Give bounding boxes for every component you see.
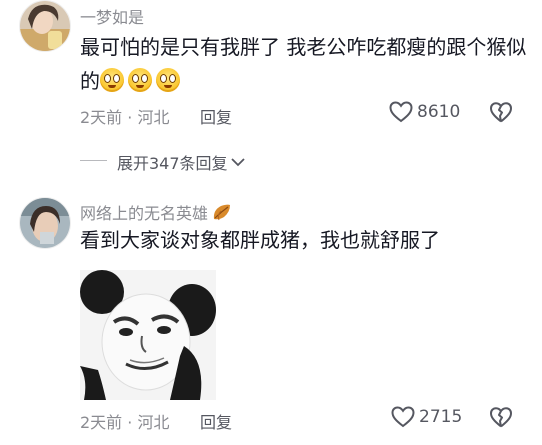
avatar[interactable] <box>19 0 71 52</box>
reply-button[interactable]: 回复 <box>200 104 232 128</box>
panda-meme-sticker[interactable] <box>80 270 216 400</box>
broken-heart-icon <box>490 102 512 123</box>
comment-meta: 2天前 · 河北 <box>80 413 170 432</box>
like-count: 2715 <box>419 407 463 427</box>
comment-meta: 2天前 · 河北 <box>80 108 170 127</box>
comment-username[interactable]: 网络上的无名英雄 <box>80 200 208 224</box>
heart-icon <box>389 101 413 123</box>
like-count: 8610 <box>417 102 461 122</box>
leaf-icon <box>213 204 231 221</box>
avatar[interactable] <box>19 197 71 249</box>
grinning-face-emoji-icon <box>100 68 124 92</box>
chevron-down-icon <box>230 158 245 167</box>
grinning-face-emoji-icon <box>128 68 152 92</box>
expand-replies-label: 展开347条回复 <box>117 154 228 173</box>
dislike-button[interactable] <box>490 407 512 432</box>
replies-divider <box>80 160 107 161</box>
grinning-face-emoji-icon <box>156 68 180 92</box>
heart-icon <box>391 406 415 428</box>
reply-button[interactable]: 回复 <box>200 409 232 433</box>
dislike-button[interactable] <box>490 102 512 127</box>
like-button[interactable]: 2715 <box>391 406 462 428</box>
expand-replies-button[interactable]: 展开347条回复 <box>117 150 246 174</box>
like-button[interactable]: 8610 <box>389 101 460 123</box>
broken-heart-icon <box>490 407 512 428</box>
comment-text: 看到大家谈对象都胖成猪，我也就舒服了 <box>80 228 440 252</box>
comment-username[interactable]: 一梦如是 <box>80 4 144 28</box>
username-row: 网络上的无名英雄 <box>80 200 233 224</box>
comment-text: 最可怕的是只有我胖了 我老公咋吃都瘦的跟个猴似的 <box>80 30 530 98</box>
